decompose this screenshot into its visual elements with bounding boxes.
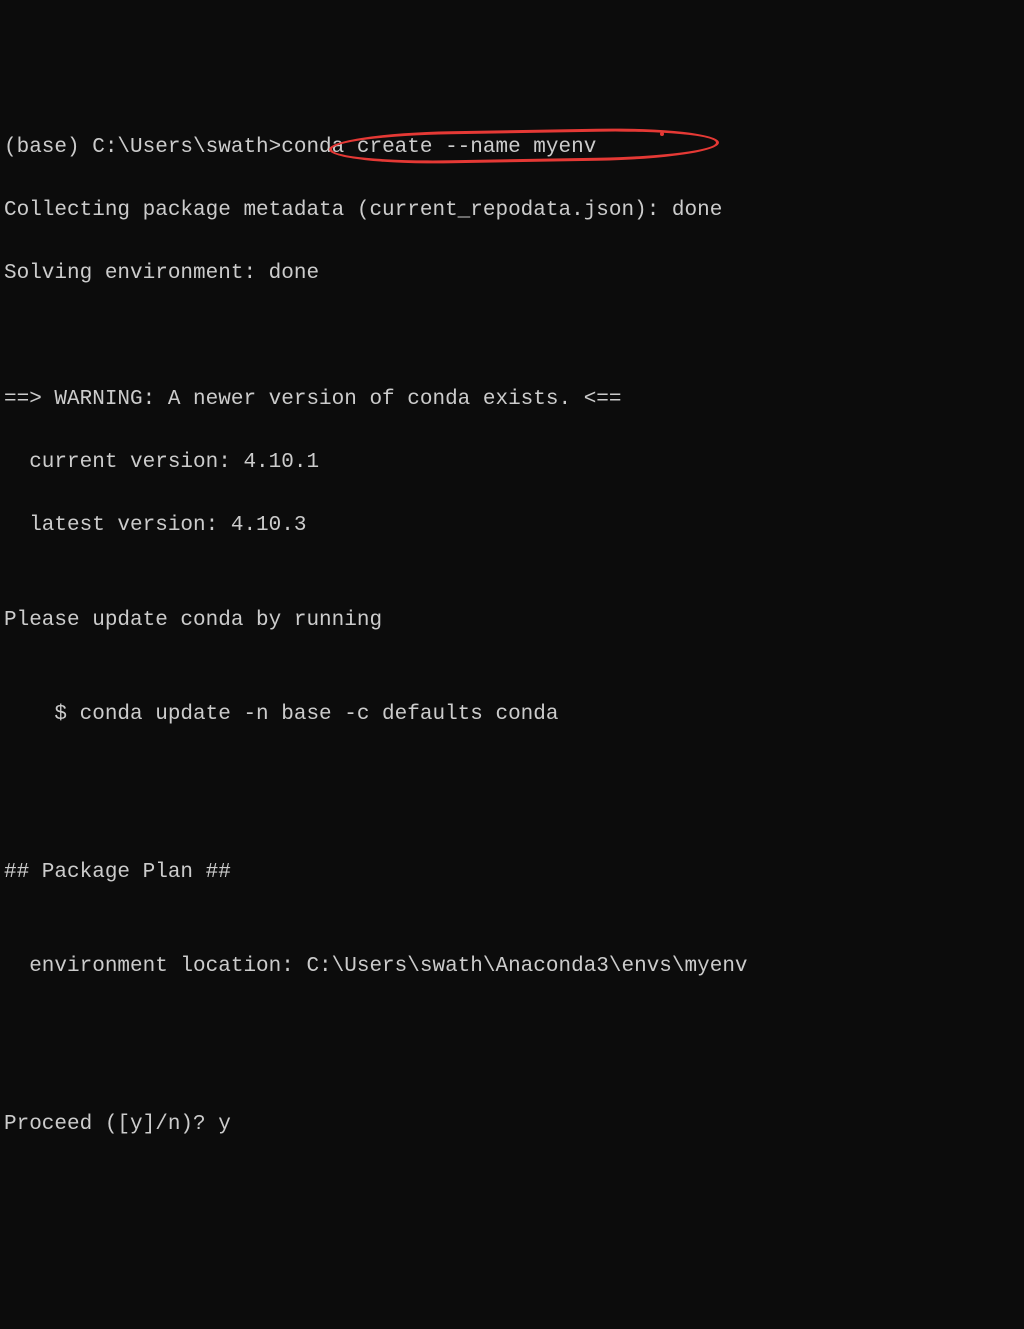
output-solving: Solving environment: done	[4, 258, 1020, 290]
environment-location: environment location: C:\Users\swath\Ana…	[4, 951, 1020, 983]
prompt-prefix: (base) C:\Users\swath>	[4, 136, 281, 159]
latest-version: latest version: 4.10.3	[4, 510, 1020, 542]
warning-header: ==> WARNING: A newer version of conda ex…	[4, 384, 1020, 416]
output-collecting: Collecting package metadata (current_rep…	[4, 195, 1020, 227]
command-prompt-line[interactable]: (base) C:\Users\swath>conda create --nam…	[4, 132, 1020, 164]
red-dot-annotation	[660, 132, 664, 136]
package-plan-header: ## Package Plan ##	[4, 857, 1020, 889]
update-instruction: Please update conda by running	[4, 605, 1020, 637]
update-command: $ conda update -n base -c defaults conda	[4, 699, 1020, 731]
current-version: current version: 4.10.1	[4, 447, 1020, 479]
proceed-prompt[interactable]: Proceed ([y]/n)? y	[4, 1109, 1020, 1141]
command-text: conda create --name myenv	[281, 136, 596, 159]
